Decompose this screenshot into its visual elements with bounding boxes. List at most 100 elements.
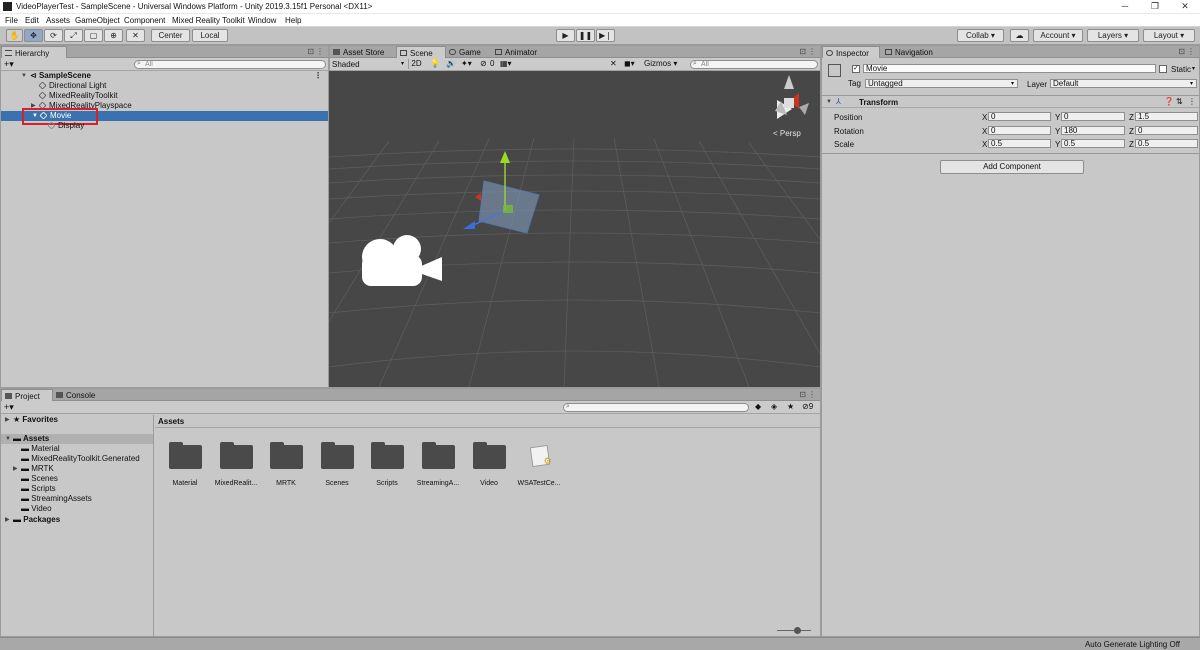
lighting-icon[interactable]: 💡 <box>430 59 440 68</box>
tab-navigation[interactable]: Navigation <box>882 46 944 58</box>
effects-icon[interactable]: ✦▾ <box>461 59 472 68</box>
hidden-packages-icon[interactable]: ⊘9 <box>802 402 813 411</box>
custom-tool-button[interactable]: ✕ <box>126 29 145 42</box>
hierarchy-search-input[interactable]: All <box>134 60 326 69</box>
cloud-button[interactable]: ☁ <box>1010 29 1029 42</box>
preset-icon[interactable]: ⇅ <box>1176 97 1183 106</box>
asset-label[interactable]: StreamingA... <box>409 480 467 487</box>
settings-asset-icon[interactable]: ⚙ <box>529 444 552 468</box>
hidden-objects-icon[interactable]: ⊘ <box>480 59 487 68</box>
tree-folder-item[interactable]: ▬ Scripts <box>21 484 153 494</box>
asset-label[interactable]: MRTK <box>257 480 315 487</box>
tree-folder-item[interactable]: ▬ MixedRealityToolkit.Generated <box>21 454 153 464</box>
scale-y-field[interactable]: 0.5 <box>1061 139 1125 148</box>
restore-button[interactable]: ❐ <box>1145 1 1165 13</box>
folder-icon[interactable] <box>270 442 303 469</box>
z-axis-arrow[interactable] <box>463 221 475 229</box>
folder-icon[interactable] <box>473 442 506 469</box>
axis-z-label[interactable]: Z <box>1129 140 1134 149</box>
step-button[interactable]: ▶❘ <box>596 29 615 42</box>
collapse-arrow-icon[interactable]: ▶ <box>5 515 10 525</box>
folder-icon[interactable] <box>371 442 404 469</box>
account-dropdown[interactable]: Account ▾ <box>1033 29 1083 42</box>
favorites-item[interactable]: ▶ ★ Favorites <box>5 415 153 425</box>
position-y-field[interactable]: 0 <box>1061 112 1125 121</box>
space-local-toggle[interactable]: Local <box>192 29 228 42</box>
project-search-input[interactable] <box>563 403 749 412</box>
tree-folder-item[interactable]: ▬ Material <box>21 444 153 454</box>
collapse-arrow-icon[interactable]: ▶ <box>5 415 10 425</box>
menu-edit[interactable]: Edit <box>25 16 39 25</box>
layers-dropdown[interactable]: Layers ▾ <box>1087 29 1139 42</box>
expand-arrow-icon[interactable]: ▼ <box>5 434 11 444</box>
move-tool-button[interactable]: ✥ <box>24 29 43 42</box>
position-x-field[interactable]: 0 <box>988 112 1051 121</box>
tag-dropdown[interactable]: Untagged ▾ <box>865 79 1018 88</box>
axis-y-label[interactable]: Y <box>1055 140 1060 149</box>
axis-x-label[interactable]: X <box>982 127 987 136</box>
tab-console[interactable]: Console <box>53 389 103 401</box>
pivot-center-toggle[interactable]: Center <box>151 29 190 42</box>
axis-z-label[interactable]: Z <box>1129 113 1134 122</box>
pause-button[interactable]: ❚❚ <box>576 29 595 42</box>
tab-game[interactable]: Game <box>446 46 490 58</box>
tab-animator[interactable]: Animator <box>492 46 548 58</box>
menu-gameobject[interactable]: GameObject <box>75 16 120 25</box>
layout-dropdown[interactable]: Layout ▾ <box>1143 29 1195 42</box>
help-icon[interactable]: ❓ <box>1164 97 1174 106</box>
minimize-button[interactable]: ─ <box>1115 1 1135 13</box>
scale-x-field[interactable]: 0.5 <box>988 139 1051 148</box>
orientation-gizmo[interactable] <box>775 75 809 119</box>
expand-arrow-icon[interactable]: ▼ <box>826 99 832 105</box>
camera-icon[interactable]: ◼▾ <box>624 59 635 68</box>
axis-x-label[interactable]: X <box>982 113 987 122</box>
tab-scene[interactable]: Scene <box>396 46 446 58</box>
2d-toggle[interactable]: 2D <box>408 59 424 69</box>
perspective-label[interactable]: < Persp <box>773 129 801 138</box>
scene-viewport[interactable]: < Persp <box>208 71 930 388</box>
plane-handle[interactable] <box>503 205 513 213</box>
scene-row[interactable]: ▼ ⊲ SampleScene ⋮ <box>21 71 328 81</box>
axis-y-label[interactable]: Y <box>1055 113 1060 122</box>
static-dropdown-icon[interactable]: ▾ <box>1192 65 1195 72</box>
object-name-field[interactable]: Movie <box>863 64 1156 73</box>
hand-tool-button[interactable]: ✋ <box>6 29 23 42</box>
shading-mode-dropdown[interactable]: Shaded ▾ <box>332 60 404 69</box>
tree-folder-item[interactable]: ▶ ▬ MRTK <box>13 464 153 474</box>
zoom-slider-handle[interactable] <box>794 627 801 634</box>
play-button[interactable]: ▶ <box>556 29 575 42</box>
folder-icon[interactable] <box>169 442 202 469</box>
transform-tool-button[interactable]: ⊕ <box>104 29 123 42</box>
create-button[interactable]: +▾ <box>4 402 14 413</box>
x-axis-arrow[interactable] <box>475 193 481 201</box>
asset-label[interactable]: Material <box>156 480 214 487</box>
panel-menu-icon[interactable]: ⋮ <box>316 47 324 56</box>
tools-icon[interactable]: ✕ <box>610 59 617 68</box>
hierarchy-item[interactable]: Display <box>47 121 328 131</box>
lock-icon[interactable]: ⊡ <box>799 47 806 56</box>
menu-file[interactable]: File <box>5 16 18 25</box>
position-z-field[interactable]: 1.5 <box>1135 112 1198 121</box>
y-axis-arrow[interactable] <box>500 151 510 163</box>
menu-window[interactable]: Window <box>248 16 276 25</box>
tree-folder-item[interactable]: ▬ StreamingAssets <box>21 494 153 504</box>
tab-inspector[interactable]: Inspector <box>822 46 880 58</box>
hierarchy-item[interactable]: MixedRealityToolkit <box>38 91 328 101</box>
grid-toggle-icon[interactable]: ▦▾ <box>500 59 512 68</box>
favorite-star-icon[interactable]: ★ <box>787 402 794 411</box>
folder-icon[interactable] <box>422 442 455 469</box>
hierarchy-item[interactable]: Directional Light <box>38 81 328 91</box>
rotation-z-field[interactable]: 0 <box>1135 126 1198 135</box>
assets-root-item[interactable]: ▼ ▬ Assets <box>1 434 153 444</box>
expand-arrow-icon[interactable]: ▼ <box>21 71 27 81</box>
gizmos-dropdown[interactable]: Gizmos ▾ <box>644 59 684 68</box>
axis-y-label[interactable]: Y <box>1055 127 1060 136</box>
close-button[interactable]: ✕ <box>1175 1 1195 13</box>
lock-icon[interactable]: ⊡ <box>799 390 806 399</box>
scene-search-input[interactable]: All <box>690 60 818 69</box>
axis-x-label[interactable]: X <box>982 140 987 149</box>
scale-z-field[interactable]: 0.5 <box>1135 139 1198 148</box>
menu-help[interactable]: Help <box>285 16 301 25</box>
rotation-y-field[interactable]: 180 <box>1061 126 1125 135</box>
rotation-x-field[interactable]: 0 <box>988 126 1051 135</box>
